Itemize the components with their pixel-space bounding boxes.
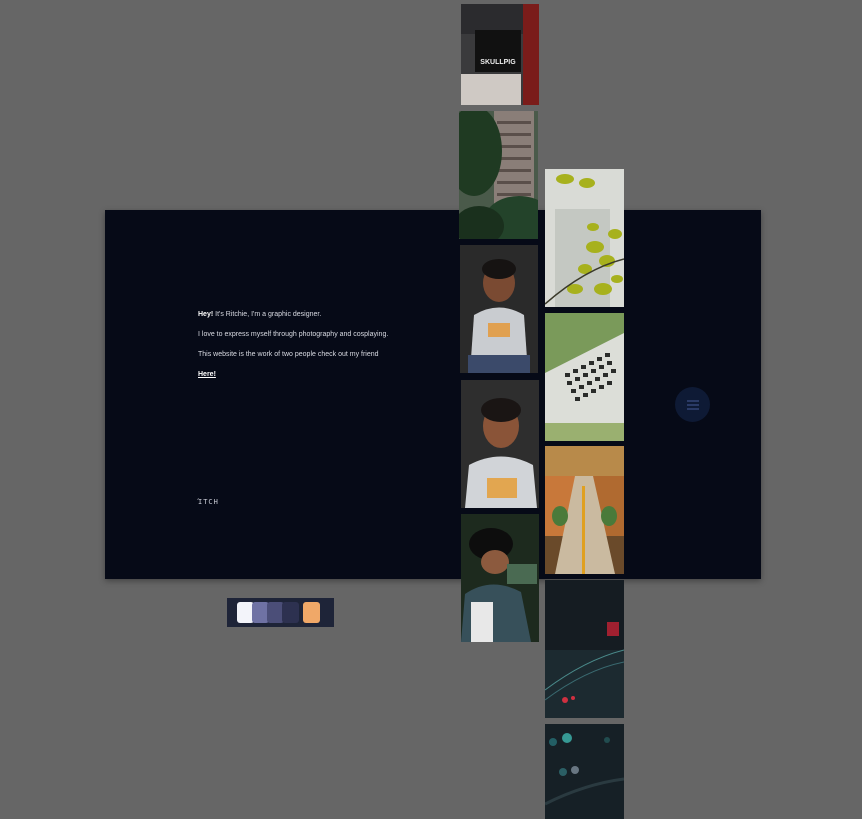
photo-boy-portrait-closeup[interactable] [461,380,539,508]
photo-person-working[interactable] [461,514,539,642]
photo-boy-portrait-seated[interactable] [460,245,538,373]
photo-keyboard[interactable] [545,313,624,441]
sign-text: SKULLPIG [480,59,516,66]
palette-swatch [303,602,320,623]
palette-swatch [282,602,299,623]
friend-link[interactable]: Here! [198,371,216,378]
intro-line-1-rest: It's Ritchie, I'm a graphic designer. [213,311,322,318]
site-logo[interactable]: ΊTCH [198,498,219,506]
intro-text: Hey! It's Ritchie, I'm a graphic designe… [198,310,458,390]
photo-bokeh-lights[interactable] [545,724,624,819]
photo-tall-building[interactable] [459,111,538,239]
photo-leaves-building[interactable] [545,169,624,307]
intro-line-1: Hey! It's Ritchie, I'm a graphic designe… [198,310,458,320]
menu-button[interactable] [675,387,710,422]
intro-greeting: Hey! [198,311,214,318]
hero-panel: Hey! It's Ritchie, I'm a graphic designe… [105,210,761,579]
intro-line-2: I love to express myself through photogr… [198,331,389,338]
photo-night-city[interactable] [545,580,624,718]
hamburger-menu-icon [686,399,699,410]
photo-mall-interior[interactable] [545,446,624,574]
color-palette [227,598,334,627]
photo-skullpig-sign[interactable]: SKULLPIG [461,4,539,105]
intro-line-3: This website is the work of two people c… [198,351,379,358]
